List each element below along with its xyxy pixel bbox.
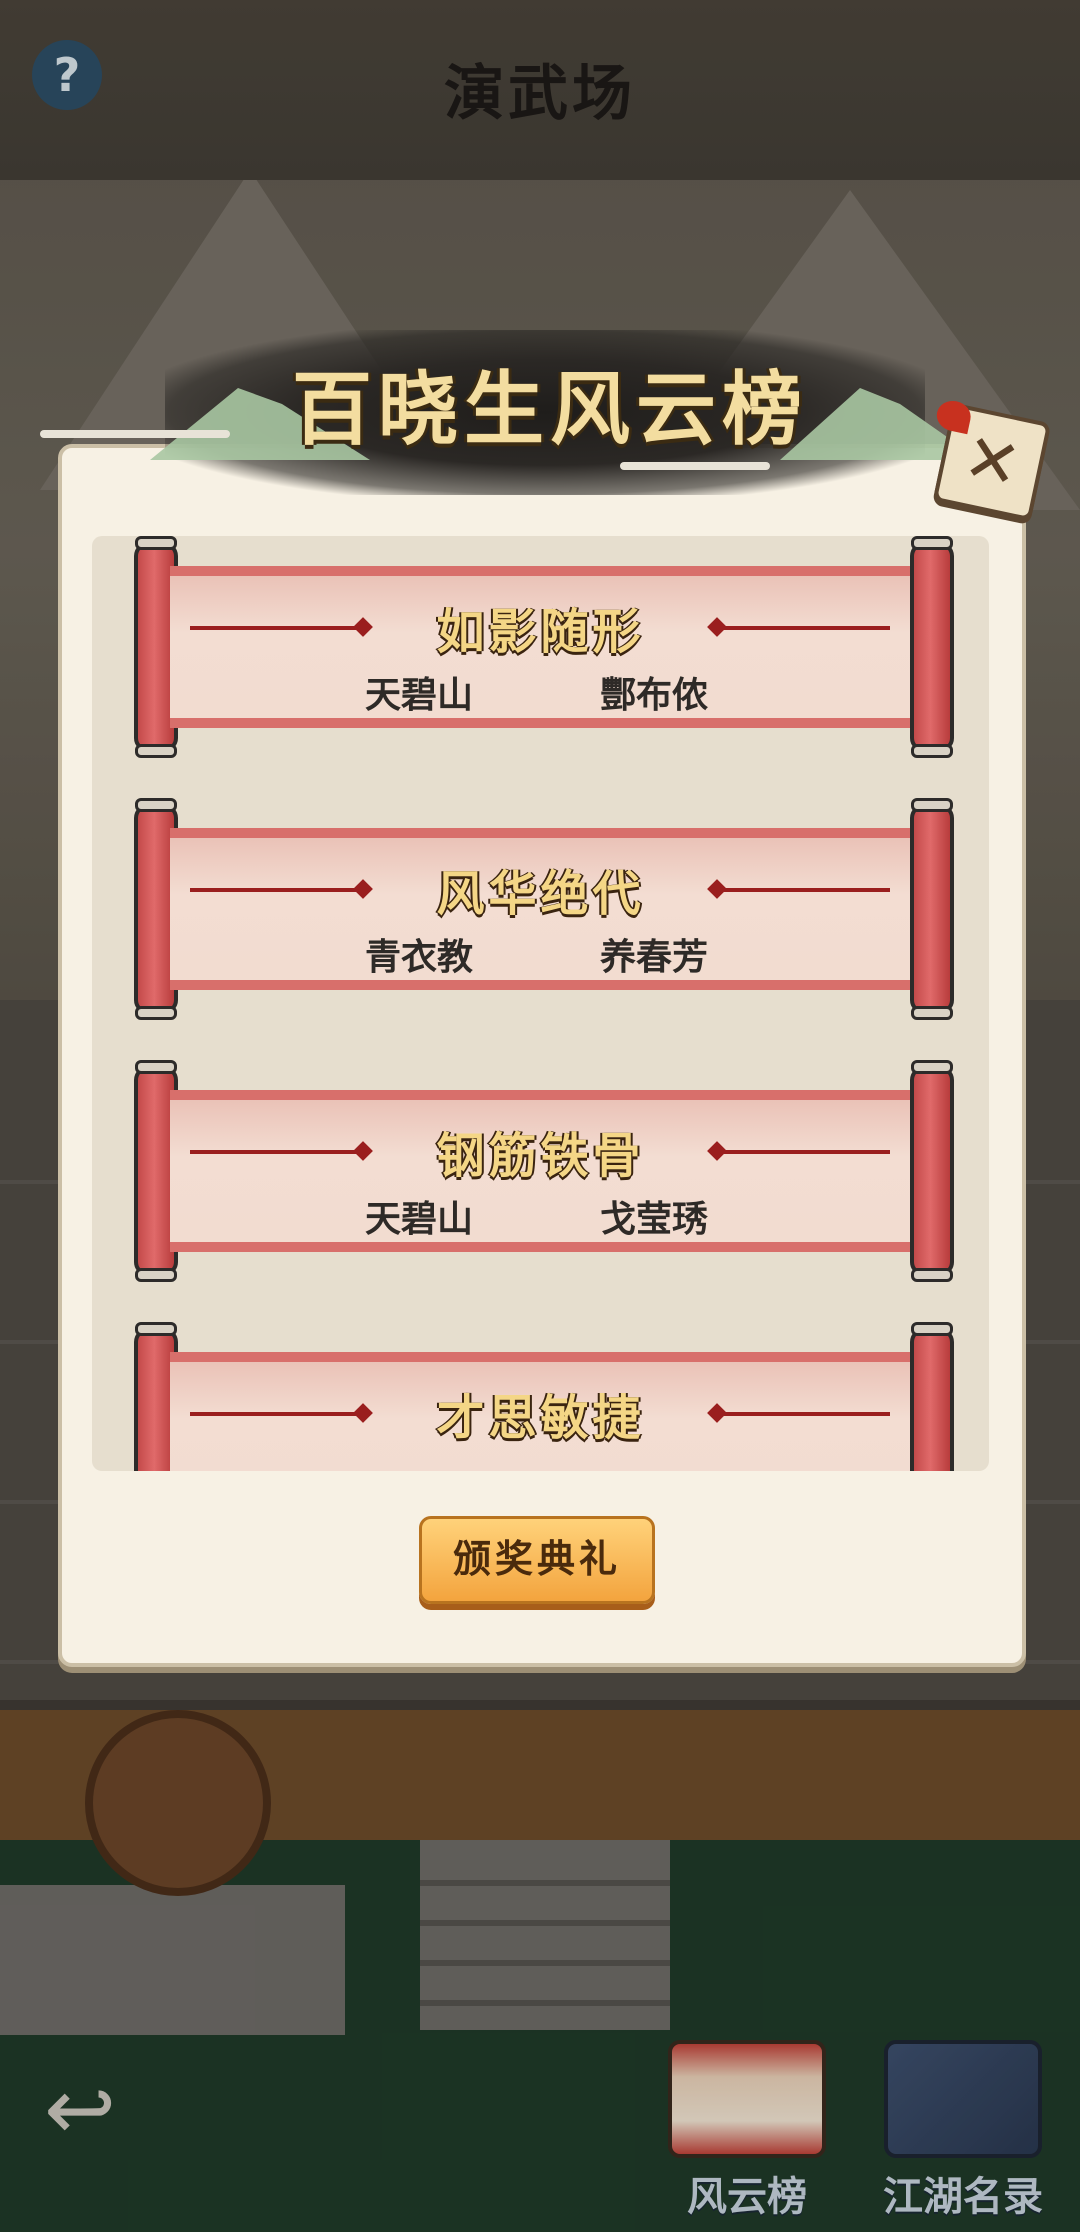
title-list[interactable]: 如影随形 天碧山 酆布侬 风华绝代 青衣教 养春芳 钢筋铁骨 天碧山 戈莹琇 才… xyxy=(92,536,989,1471)
scroll-paper: 风华绝代 青衣教 养春芳 xyxy=(170,828,911,990)
winner-sect: 天碧山 xyxy=(365,1199,474,1240)
scroll-paper: 钢筋铁骨 天碧山 戈莹琇 xyxy=(170,1090,911,1252)
winner-sect: 青衣教 xyxy=(365,937,474,978)
scroll-rod-right xyxy=(910,798,954,1020)
honor-title: 如影随形 xyxy=(436,604,645,660)
cloud-decoration xyxy=(40,430,230,438)
panel-title: 百晓生风云榜 xyxy=(292,362,808,456)
scroll-rod-right xyxy=(910,536,954,758)
winner-name: 酆布侬 xyxy=(600,675,709,716)
cloud-decoration xyxy=(620,462,770,470)
winner-name: 养春芳 xyxy=(600,937,709,978)
honor-title: 钢筋铁骨 xyxy=(436,1128,645,1184)
scroll-paper: 如影随形 天碧山 酆布侬 xyxy=(170,566,911,728)
list-item: 风华绝代 青衣教 养春芳 xyxy=(92,798,989,1020)
list-item: 才思敏捷 xyxy=(92,1322,989,1471)
honor-title: 风华绝代 xyxy=(436,866,645,922)
award-ceremony-button[interactable]: 颁奖典礼 xyxy=(419,1516,655,1604)
close-button[interactable]: ✕ xyxy=(932,397,1052,522)
scroll-paper: 才思敏捷 xyxy=(170,1352,911,1471)
list-item: 如影随形 天碧山 酆布侬 xyxy=(92,536,989,758)
scroll-rod-right xyxy=(910,1060,954,1282)
close-icon: ✕ xyxy=(957,418,1028,505)
winner-name: 戈莹琇 xyxy=(600,1199,709,1240)
scroll-rod-right xyxy=(910,1322,954,1471)
honor-title: 才思敏捷 xyxy=(436,1390,645,1446)
list-item: 钢筋铁骨 天碧山 戈莹琇 xyxy=(92,1060,989,1282)
winner-sect: 天碧山 xyxy=(365,675,474,716)
